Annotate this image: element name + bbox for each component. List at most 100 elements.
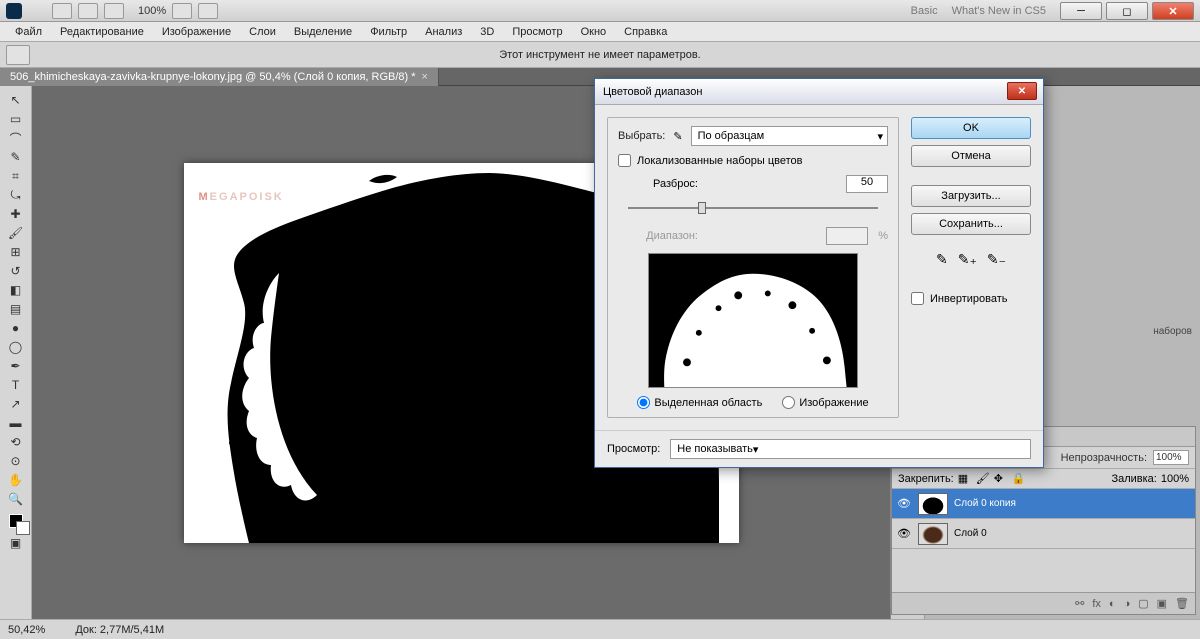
adjust-icon[interactable]: ◑ bbox=[1124, 598, 1131, 610]
mask-icon[interactable]: ◐ bbox=[1109, 598, 1116, 610]
document-tab[interactable]: 506_khimicheskaya-zavivka-krupnye-lokony… bbox=[0, 68, 439, 86]
menu-3d[interactable]: 3D bbox=[471, 26, 503, 38]
dialog-titlebar[interactable]: Цветовой диапазон ✕ bbox=[595, 79, 1043, 105]
layer-thumb[interactable] bbox=[918, 523, 948, 545]
visibility-icon[interactable]: 👁 bbox=[896, 497, 912, 510]
fuzziness-slider[interactable] bbox=[628, 199, 878, 217]
layer-row[interactable]: 👁 Слой 0 копия bbox=[892, 489, 1195, 519]
status-zoom[interactable]: 50,42% bbox=[8, 624, 45, 636]
bridge-icon[interactable] bbox=[52, 3, 72, 19]
delete-icon[interactable]: 🗑 bbox=[1175, 597, 1189, 610]
eyedropper-sample-icon[interactable]: ✎ bbox=[936, 251, 948, 268]
preview-combo[interactable]: Не показывать▾ bbox=[670, 439, 1031, 459]
link-layers-icon[interactable]: ⚯ bbox=[1075, 597, 1084, 610]
eyedropper-add-icon[interactable]: ✎₊ bbox=[958, 251, 977, 268]
menu-select[interactable]: Выделение bbox=[285, 26, 361, 38]
ok-button[interactable]: OK bbox=[911, 117, 1031, 139]
lock-position-icon[interactable]: ✥ bbox=[994, 472, 1008, 486]
dodge-tool[interactable]: ◯ bbox=[5, 338, 27, 356]
quickmask-tool[interactable]: ▣ bbox=[5, 534, 27, 552]
crop-tool[interactable]: ⌗ bbox=[5, 167, 27, 185]
invert-checkbox[interactable] bbox=[911, 292, 924, 305]
3d-tool[interactable]: ⟲ bbox=[5, 433, 27, 451]
menu-view[interactable]: Просмотр bbox=[503, 26, 571, 38]
select-combo[interactable]: По образцам▾ bbox=[691, 126, 888, 146]
minimize-button[interactable]: ─ bbox=[1060, 2, 1102, 20]
menu-window[interactable]: Окно bbox=[572, 26, 616, 38]
brush-tool[interactable]: 🖌 bbox=[5, 224, 27, 242]
document-tab-title: 506_khimicheskaya-zavivka-krupnye-lokony… bbox=[10, 71, 416, 83]
range-unit: % bbox=[878, 230, 888, 242]
current-tool-preview[interactable] bbox=[6, 45, 30, 65]
eraser-tool[interactable]: ◧ bbox=[5, 281, 27, 299]
lock-pixels-icon[interactable]: 🖌 bbox=[976, 472, 990, 486]
close-button[interactable]: ✕ bbox=[1152, 2, 1194, 20]
app-icon bbox=[6, 3, 22, 19]
eyedropper-sub-icon[interactable]: ✎₋ bbox=[987, 251, 1006, 268]
dialog-close-button[interactable]: ✕ bbox=[1007, 82, 1037, 100]
layer-row[interactable]: 👁 Слой 0 bbox=[892, 519, 1195, 549]
fill-input[interactable]: 100% bbox=[1161, 473, 1189, 485]
workspace-basic[interactable]: Basic bbox=[911, 5, 938, 17]
menu-filter[interactable]: Фильтр bbox=[361, 26, 416, 38]
new-layer-icon[interactable]: ▣ bbox=[1157, 597, 1167, 610]
type-tool[interactable]: T bbox=[5, 376, 27, 394]
select-label: Выбрать: bbox=[618, 130, 665, 142]
path-tool[interactable]: ↗ bbox=[5, 395, 27, 413]
save-button[interactable]: Сохранить... bbox=[911, 213, 1031, 235]
lock-all-icon[interactable]: 🔒 bbox=[1012, 472, 1026, 486]
radio-selection[interactable]: Выделенная область bbox=[637, 396, 762, 409]
eyedropper-tool[interactable]: ⤿ bbox=[5, 186, 27, 204]
marquee-tool[interactable]: ▭ bbox=[5, 110, 27, 128]
layer-name[interactable]: Слой 0 копия bbox=[954, 498, 1016, 509]
healing-tool[interactable]: ✚ bbox=[5, 205, 27, 223]
close-tab-icon[interactable]: × bbox=[422, 71, 428, 83]
load-button[interactable]: Загрузить... bbox=[911, 185, 1031, 207]
lock-transparent-icon[interactable]: ▦ bbox=[958, 472, 972, 486]
menu-edit[interactable]: Редактирование bbox=[51, 26, 153, 38]
lasso-tool[interactable]: ⌒ bbox=[5, 129, 27, 147]
zoom-indicator[interactable]: 100% bbox=[138, 5, 166, 17]
layer-name[interactable]: Слой 0 bbox=[954, 528, 987, 539]
view-extras-icon[interactable] bbox=[104, 3, 124, 19]
stamp-tool[interactable]: ⊞ bbox=[5, 243, 27, 261]
hand-tool[interactable]: ✋ bbox=[5, 471, 27, 489]
menu-help[interactable]: Справка bbox=[615, 26, 676, 38]
maximize-button[interactable]: ◻ bbox=[1106, 2, 1148, 20]
layer-thumb[interactable] bbox=[918, 493, 948, 515]
zoom-tool[interactable]: 🔍 bbox=[5, 490, 27, 508]
history-brush-tool[interactable]: ↺ bbox=[5, 262, 27, 280]
cancel-button[interactable]: Отмена bbox=[911, 145, 1031, 167]
arrange-docs-icon[interactable] bbox=[172, 3, 192, 19]
menu-file[interactable]: Файл bbox=[6, 26, 51, 38]
shape-tool[interactable]: ▬ bbox=[5, 414, 27, 432]
localized-checkbox[interactable] bbox=[618, 154, 631, 167]
radio-image[interactable]: Изображение bbox=[782, 396, 868, 409]
3dcam-tool[interactable]: ⊙ bbox=[5, 452, 27, 470]
screen-mode-icon[interactable] bbox=[198, 3, 218, 19]
status-docinfo[interactable]: Док: 2,77M/5,41M bbox=[75, 624, 164, 636]
blur-tool[interactable]: ● bbox=[5, 319, 27, 337]
quickselect-tool[interactable]: ✎ bbox=[5, 148, 27, 166]
workspace-whatsnew[interactable]: What's New in CS5 bbox=[952, 5, 1046, 17]
pen-tool[interactable]: ✒ bbox=[5, 357, 27, 375]
radio-selection-input[interactable] bbox=[637, 396, 650, 409]
menu-layers[interactable]: Слои bbox=[240, 26, 285, 38]
range-input bbox=[826, 227, 868, 245]
menu-image[interactable]: Изображение bbox=[153, 26, 240, 38]
group-icon[interactable]: ▢ bbox=[1138, 597, 1148, 610]
move-tool[interactable]: ↖ bbox=[5, 91, 27, 109]
gradient-tool[interactable]: ▤ bbox=[5, 300, 27, 318]
fill-label: Заливка: bbox=[1111, 473, 1156, 485]
opacity-input[interactable]: 100% bbox=[1153, 450, 1189, 465]
color-swatches[interactable] bbox=[5, 509, 27, 533]
selection-preview[interactable] bbox=[648, 253, 858, 388]
radio-image-input[interactable] bbox=[782, 396, 795, 409]
visibility-icon[interactable]: 👁 bbox=[896, 527, 912, 540]
sets-label: наборов bbox=[1153, 326, 1192, 337]
menu-analysis[interactable]: Анализ bbox=[416, 26, 471, 38]
minibridge-icon[interactable] bbox=[78, 3, 98, 19]
options-bar: Этот инструмент не имеет параметров. bbox=[0, 42, 1200, 68]
fx-icon[interactable]: fx bbox=[1092, 598, 1101, 610]
fuzziness-input[interactable]: 50 bbox=[846, 175, 888, 193]
